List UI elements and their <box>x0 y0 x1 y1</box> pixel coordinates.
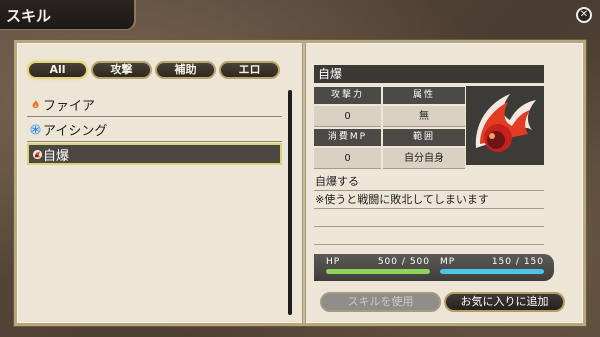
range-label: 範囲 <box>383 129 465 146</box>
hp-bar <box>326 269 430 274</box>
add-favorite-button[interactable]: お気に入りに追加 <box>444 292 565 312</box>
tab-attack[interactable]: 攻撃 <box>91 61 152 79</box>
list-item-icing[interactable]: アイシング <box>27 118 282 142</box>
tab-all[interactable]: All <box>27 61 88 79</box>
explosion-art-icon <box>475 94 536 152</box>
tab-support[interactable]: 補助 <box>155 61 216 79</box>
ice-icon <box>30 124 41 135</box>
attack-label: 攻撃力 <box>314 87 381 104</box>
mp-cost-value: 0 <box>314 148 381 169</box>
hp-max: 500 <box>409 257 430 267</box>
element-label: 属性 <box>383 87 465 104</box>
description-line: ※使うと戦闘に敗北してしまいます <box>314 191 544 209</box>
attack-value: 0 <box>314 106 381 127</box>
skill-description: 自爆する ※使うと戦闘に敗北してしまいます <box>314 173 544 263</box>
skill-detail: 自爆 攻撃力 属性 0 無 消費MP 範囲 0 自分自身 自爆する ※使うと戦闘… <box>314 65 544 263</box>
mp-bar <box>440 269 544 274</box>
mp-label: MP <box>440 257 456 267</box>
close-icon[interactable]: ✕ <box>576 7 592 23</box>
skill-label: 自爆 <box>43 148 70 164</box>
skill-art <box>466 86 544 165</box>
description-line: 自爆する <box>314 173 544 191</box>
mp-max: 150 <box>523 257 544 267</box>
mp-cost-label: 消費MP <box>314 129 381 146</box>
hp-mp-status: HP 500 / 500 MP 150 / 150 <box>314 254 554 281</box>
description-line <box>314 227 544 245</box>
skill-panel: All 攻撃 補助 エロ ファイア アイシング 自爆 自爆 攻撃力 属性 0 無… <box>14 40 586 326</box>
description-line <box>314 209 544 227</box>
panel-divider <box>302 43 306 323</box>
skill-label: ファイア <box>43 99 96 114</box>
mp-current: 150 <box>491 257 513 267</box>
hp-label: HP <box>326 257 341 267</box>
window-title: スキル <box>0 0 136 30</box>
skill-name: 自爆 <box>314 65 544 83</box>
mp-separator: / <box>515 257 520 267</box>
range-value: 自分自身 <box>383 148 465 169</box>
skill-list: ファイア アイシング 自爆 <box>27 93 282 166</box>
fire-icon <box>32 99 39 109</box>
list-item-fire[interactable]: ファイア <box>27 93 282 117</box>
explosion-icon <box>32 149 43 159</box>
category-tabs: All 攻撃 補助 エロ <box>27 61 280 79</box>
hp-current: 500 <box>377 257 399 267</box>
use-skill-button[interactable]: スキルを使用 <box>320 292 441 312</box>
list-scrollbar[interactable] <box>288 90 292 315</box>
mp-gauge: MP 150 / 150 <box>440 257 544 279</box>
list-item-selfdestruct[interactable]: 自爆 <box>27 143 282 165</box>
skill-label: アイシング <box>43 124 108 139</box>
hp-separator: / <box>401 257 406 267</box>
hp-gauge: HP 500 / 500 <box>326 257 430 279</box>
element-value: 無 <box>383 106 465 127</box>
tab-ero[interactable]: エロ <box>219 61 280 79</box>
